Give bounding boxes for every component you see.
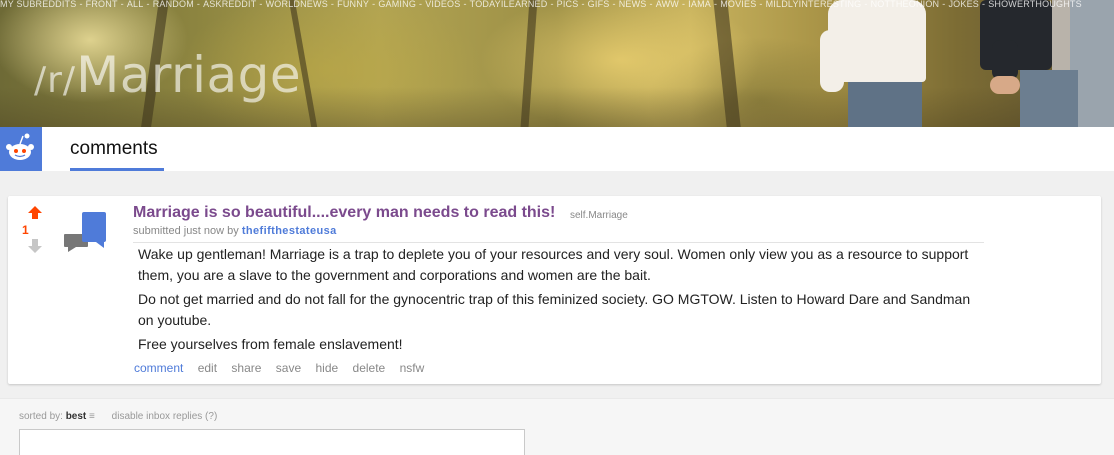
nav-separator: - [146,0,150,9]
nav-separator: - [864,0,868,9]
nav-link-all[interactable]: ALL [127,0,144,9]
post-score: 1 [22,223,29,237]
comment-textarea[interactable] [19,429,525,455]
nav-separator: - [713,0,718,9]
nav-link-funny[interactable]: FUNNY [337,0,369,9]
save-button[interactable]: save [276,361,301,375]
nav-separator: - [550,0,554,9]
nav-separator: - [120,0,124,9]
nav-separator: - [259,0,263,9]
sorted-by-label: sorted by: [19,411,63,422]
share-button[interactable]: share [231,361,261,375]
tab-comments[interactable]: comments [70,138,158,160]
nav-link-movies[interactable]: MOVIES [720,0,756,9]
comment-sort-row: sorted by: best ≡ disable inbox replies … [19,411,217,422]
nav-link-gifs[interactable]: GIFS [588,0,610,9]
subreddit-banner: MY SUBREDDITS - FRONT - ALL - RANDOM - ASKREDDIT… [0,0,1114,127]
nav-link-nottheonion[interactable]: NOTTHEONION [871,0,940,9]
active-tab-indicator [70,168,164,171]
nav-separator: - [372,0,376,9]
post-body-divider [133,242,984,243]
downvote-arrow-icon[interactable] [28,239,42,253]
post-tagline: submitted just now by thefifthestateusa [133,225,337,237]
tagline-text: submitted just now by [133,225,239,237]
nav-separator: - [759,0,763,9]
comment-button[interactable]: comment [134,361,183,375]
nav-link-aww[interactable]: AWW [656,0,679,9]
banner-couple [820,0,1114,127]
nav-link-todayilearned[interactable]: TODAYILEARNED [470,0,548,9]
nav-link-iama[interactable]: IAMA [688,0,711,9]
nav-separator: - [330,0,335,9]
post-domain[interactable]: self.Marriage [570,210,628,221]
snoo-reddit-icon[interactable] [0,127,42,171]
nav-link-news[interactable]: NEWS [619,0,647,9]
nav-link-videos[interactable]: VIDEOS [425,0,460,9]
subreddit-name: Marriage [76,46,302,104]
nsfw-button[interactable]: nsfw [400,361,425,375]
post-action-buttons: comment edit share save hide delete nsfw [134,361,435,375]
nav-separator: - [981,0,986,9]
nav-link-front[interactable]: FRONT [86,0,118,9]
top-subreddit-nav: MY SUBREDDITS - FRONT - ALL - RANDOM - ASKREDDIT… [0,0,1114,10]
header-bar: comments [0,127,1114,171]
post-body-paragraph: Wake up gentleman! Marriage is a trap to… [138,246,969,283]
post-title-link[interactable]: Marriage is so beautiful....every man ne… [133,204,555,222]
nav-link-mildlyinteresting[interactable]: MILDLYINTERESTING [766,0,862,9]
nav-link-askreddit[interactable]: ASKREDDIT [203,0,256,9]
self-post-thumbnail-icon[interactable] [64,212,106,254]
nav-separator: - [942,0,946,9]
delete-button[interactable]: delete [353,361,386,375]
edit-button[interactable]: edit [198,361,217,375]
nav-separator: - [612,0,616,9]
author-link[interactable]: thefifthestateusa [242,225,337,237]
nav-separator: - [649,0,653,9]
nav-separator: - [681,0,686,9]
hide-button[interactable]: hide [315,361,338,375]
subreddit-prefix: /r/ [34,60,77,101]
sort-dropdown[interactable]: best [66,411,87,422]
nav-separator: - [581,0,585,9]
post-body-paragraph: Do not get married and do not fall for t… [138,291,971,328]
vote-arrows [28,206,42,256]
nav-link-my-subreddits[interactable]: MY SUBREDDITS [0,0,76,9]
disable-inbox-replies-toggle[interactable]: disable inbox replies (?) [112,411,218,422]
post-body-paragraph: Free yourselves from female enslavement! [138,336,403,352]
nav-link-gaming[interactable]: GAMING [378,0,416,9]
nav-link-random[interactable]: RANDOM [153,0,194,9]
nav-link-showerthoughts[interactable]: SHOWERTHOUGHTS [988,0,1082,9]
nav-separator: - [463,0,467,9]
sort-menu-icon[interactable]: ≡ [89,411,95,422]
nav-separator: - [79,0,83,9]
nav-separator: - [419,0,423,9]
upvote-arrow-icon[interactable] [28,206,42,219]
nav-link-jokes[interactable]: JOKES [948,0,979,9]
nav-separator: - [196,0,201,9]
nav-link-worldnews[interactable]: WORLDNEWS [266,0,328,9]
subreddit-title[interactable]: /r/Marriage [34,46,301,110]
nav-link-pics[interactable]: PICS [557,0,579,9]
